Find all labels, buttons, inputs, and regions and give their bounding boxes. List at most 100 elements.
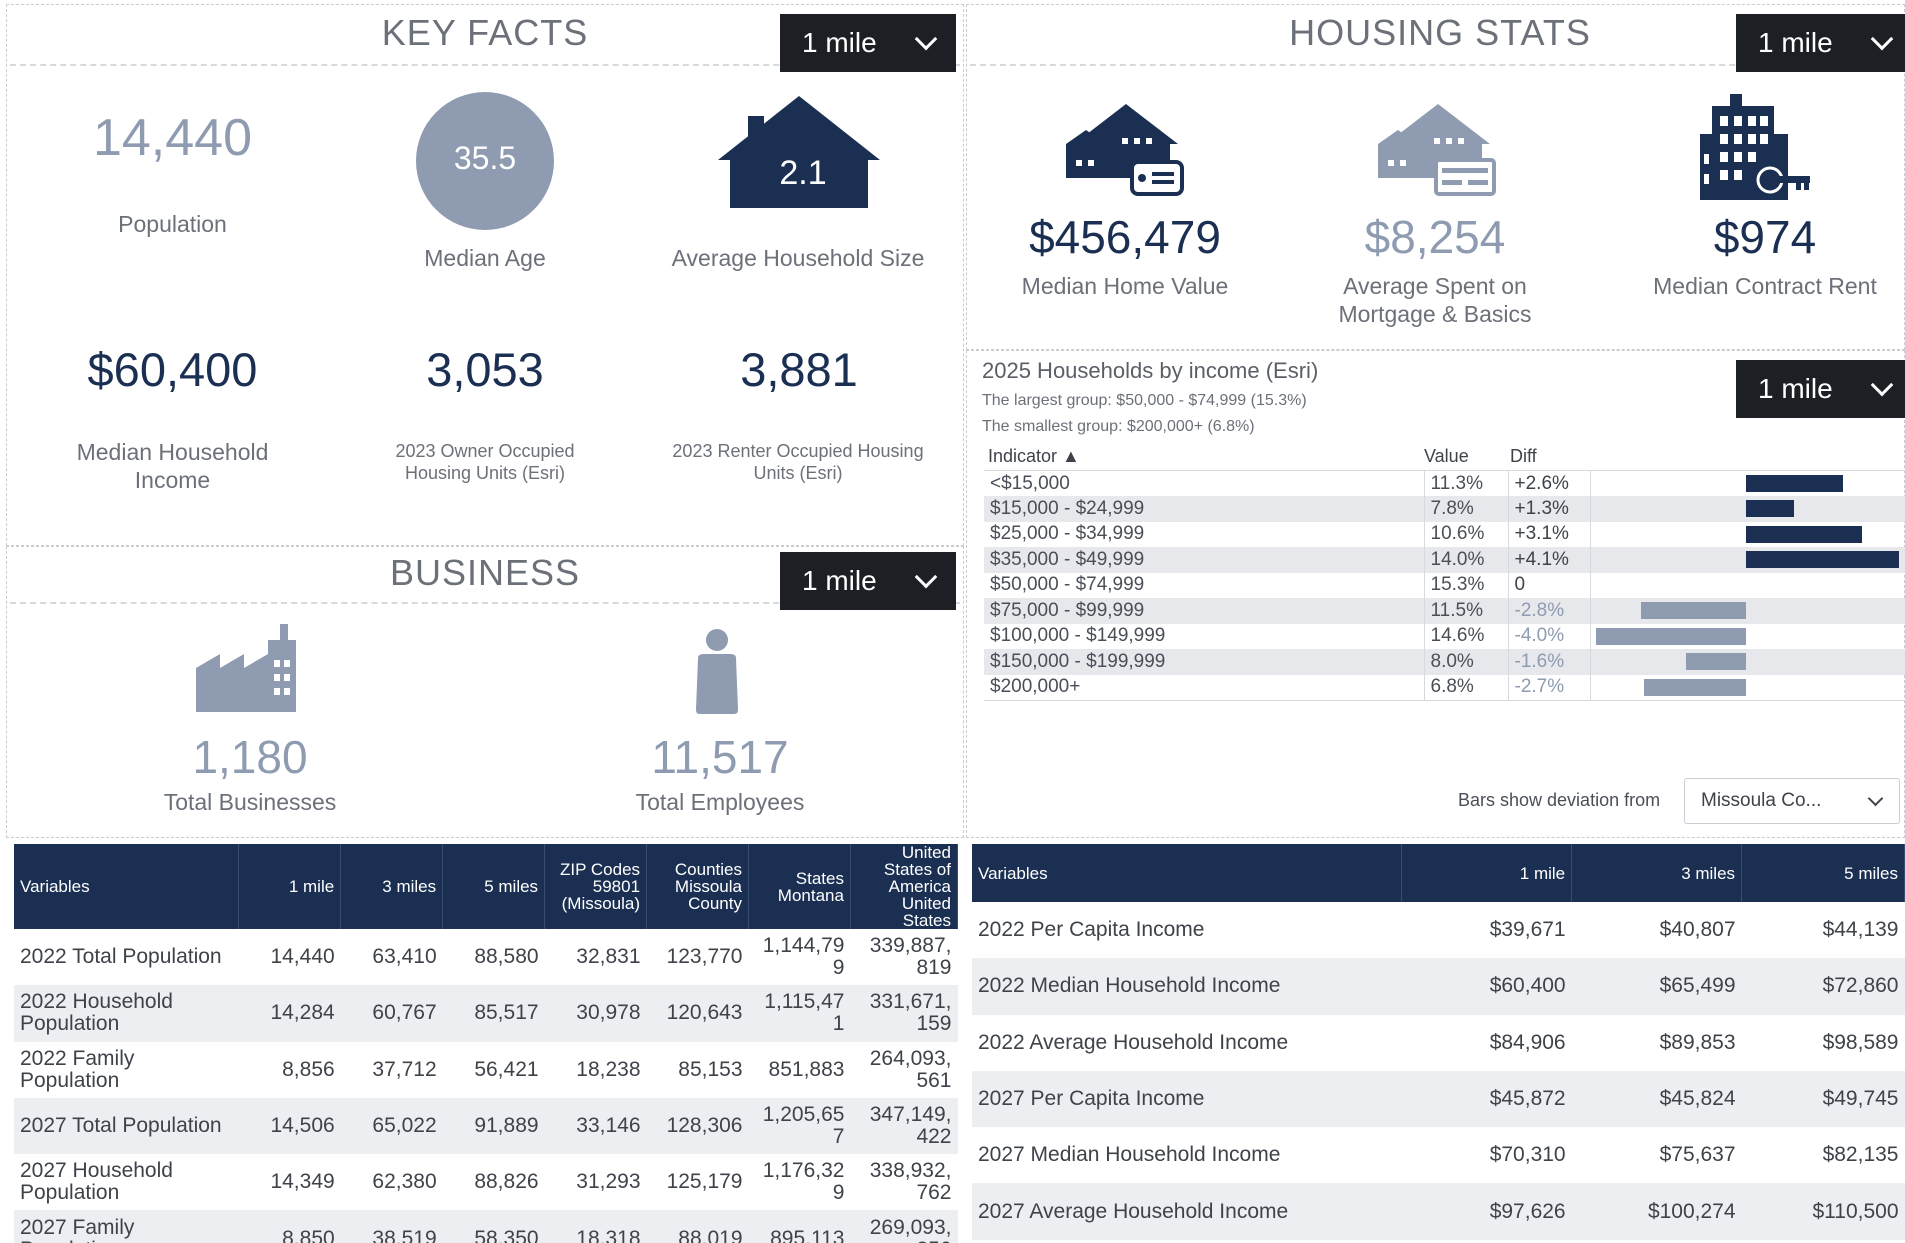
income-diff: +3.1% [1508, 521, 1591, 547]
table-cell: 123,770 [666, 945, 743, 969]
table-cell: 65,022 [340, 1097, 443, 1155]
table-cell: $45,824 [1571, 1070, 1742, 1128]
table-cell: 8,856 [282, 1057, 335, 1081]
column-header[interactable]: United States of America United States [850, 844, 959, 929]
income-indicator: $50,000 - $74,999 [984, 572, 1425, 598]
income-radius-dropdown[interactable]: 1 mile [1736, 360, 1905, 418]
table-cell: 339,887, 819 [869, 934, 952, 980]
diff-column-header[interactable]: Diff [1510, 446, 1537, 467]
table-cell: 31,293 [576, 1170, 641, 1194]
income-deviation-bar [1595, 627, 1746, 645]
income-value: 11.5% [1424, 598, 1509, 624]
table-cell: 331,671, 159 [850, 985, 958, 1042]
smallest-group-note: The smallest group: $200,000+ (6.8%) [982, 418, 1255, 435]
row-label: 2022 Family Population [20, 1046, 135, 1092]
population-value: 14,440 [92, 109, 253, 167]
column-header[interactable]: 1 mile [238, 844, 342, 929]
table-cell: 18,318 [544, 1210, 647, 1243]
column-header[interactable]: ZIP Codes 59801 (Missoula) [544, 844, 648, 929]
table-cell: 62,380 [372, 1170, 437, 1194]
bar-cell [1590, 649, 1905, 675]
column-header[interactable]: 5 miles [1741, 844, 1905, 902]
column-header[interactable]: 3 miles [1571, 844, 1743, 902]
table-cell: $72,860 [1741, 958, 1905, 1015]
income-chart-title: 2025 Households by income (Esri) [982, 358, 1319, 383]
deviation-select[interactable]: Missoula Co... [1684, 778, 1900, 824]
row-label: 2027 Average Household Income [972, 1183, 1402, 1240]
table-cell: 895,113 [748, 1210, 851, 1243]
income-indicator: $35,000 - $49,999 [984, 547, 1425, 573]
rent-value: $974 [1713, 211, 1817, 263]
row-label: 2022 Household Population [14, 985, 239, 1042]
income-deviation-bar [1644, 678, 1746, 696]
income-row: $100,000 - $149,999 14.6% -4.0% [984, 623, 1905, 649]
bar-cell [1590, 547, 1905, 573]
table-cell: 1,176,32 9 [762, 1159, 845, 1205]
bar-cell [1590, 675, 1905, 701]
indicator-column-header[interactable]: Indicator ▲ [988, 446, 1080, 467]
column-header[interactable]: 3 miles [340, 844, 444, 929]
chevron-down-icon [1870, 373, 1894, 397]
income-stats-table: Variables 1 mile 3 miles 5 miles 2022 Per C… [972, 844, 1905, 1240]
key-facts-radius-dropdown[interactable]: 1 mile [780, 14, 956, 72]
home-value-value: $456,479 [1029, 211, 1221, 263]
table-row: 2027 Household Population 14,349 62,380 88,… [14, 1154, 958, 1210]
income-diff: 0 [1508, 572, 1591, 598]
table-cell: $39,671 [1489, 918, 1566, 942]
column-header[interactable]: Variables [972, 844, 1403, 902]
table-cell: $82,135 [1822, 1143, 1899, 1167]
income-value: 10.6% [1424, 521, 1509, 547]
row-label: 2022 Per Capita Income [978, 918, 1205, 942]
income-row: $35,000 - $49,999 14.0% +4.1% [984, 547, 1905, 573]
population-label: Population [118, 211, 227, 237]
table-cell: 60,767 [340, 985, 443, 1042]
table-cell: 14,506 [238, 1097, 341, 1155]
income-row: $200,000+ 6.8% -2.7% [984, 674, 1905, 701]
table-cell: $89,853 [1659, 1030, 1736, 1054]
column-header[interactable]: Counties Missoula County [646, 844, 749, 929]
median-age-label: Median Age [424, 245, 546, 271]
income-diff: -2.8% [1508, 598, 1591, 624]
income-value: 15.3% [1424, 572, 1509, 598]
income-deviation-bar [1685, 653, 1746, 670]
dropdown-value: 1 mile [1758, 373, 1833, 404]
chevron-down-icon [914, 565, 938, 589]
row-label: 2022 Median Household Income [972, 958, 1402, 1015]
table-cell: 58,350 [442, 1210, 545, 1243]
column-header[interactable]: Variables [14, 844, 240, 929]
table-row: 2027 Average Household Income $97,626 $100… [972, 1183, 1905, 1240]
income-indicator: $15,000 - $24,999 [984, 496, 1425, 522]
bar-cell [1590, 573, 1905, 599]
owner-units-label: 2023 Owner Occupied Housing Units (Esri) [395, 441, 575, 483]
table-cell: $84,906 [1489, 1030, 1566, 1054]
column-header[interactable]: 5 miles [442, 844, 546, 929]
mortgage-value: $8,254 [1364, 211, 1506, 263]
column-header[interactable]: States Montana [748, 844, 851, 929]
renter-units-label: 2023 Renter Occupied Housing Units (Esri… [672, 441, 924, 483]
key-facts-title: KEY FACTS [381, 12, 589, 53]
housing-radius-dropdown[interactable]: 1 mile [1736, 14, 1905, 72]
table-cell: $45,872 [1401, 1070, 1572, 1128]
businesses-value: 1,180 [192, 731, 308, 783]
household-size-label: Average Household Size [671, 245, 925, 271]
table-cell: $44,139 [1822, 918, 1899, 942]
value-column-header[interactable]: Value [1424, 446, 1469, 467]
table-cell: 37,712 [372, 1057, 437, 1081]
table-cell: $110,500 [1741, 1183, 1905, 1240]
table-row: 2027 Per Capita Income $45,872 $45,824 $49,… [972, 1070, 1905, 1128]
income-deviation-bar [1745, 475, 1843, 492]
business-radius-dropdown[interactable]: 1 mile [780, 552, 956, 610]
row-label: 2027 Family Population [14, 1210, 239, 1243]
income-value: 8.0% [1424, 649, 1509, 675]
table-row: 2022 Household Population 14,284 60,767 85,… [14, 985, 958, 1042]
largest-group-note: The largest group: $50,000 - $74,999 (15… [982, 392, 1307, 409]
table-cell: 128,306 [646, 1097, 749, 1155]
table-row: 2022 Average Household Income $84,906 $89,… [972, 1015, 1905, 1071]
deviation-label: Bars show deviation from [1458, 790, 1661, 810]
income-diff: +1.3% [1508, 496, 1591, 522]
row-label: 2027 Total Population [14, 1097, 239, 1155]
table-cell: 264,093, 561 [869, 1046, 952, 1092]
income-indicator: <$15,000 [984, 470, 1425, 496]
column-header[interactable]: 1 mile [1401, 844, 1573, 902]
table-cell: 91,889 [442, 1097, 545, 1155]
